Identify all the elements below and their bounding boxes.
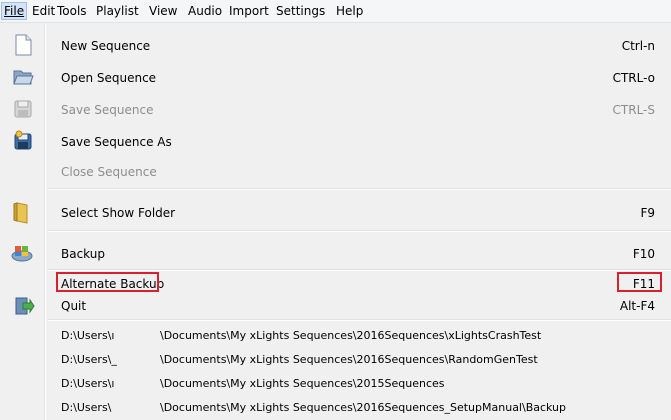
menu-item-new-sequence[interactable]: New Sequence Ctrl-n — [0, 33, 671, 59]
recent-file-item[interactable]: D:\Users\_ \Documents\My xLights Sequenc… — [0, 349, 671, 371]
menu-item-select-show-folder[interactable]: Select Show Folder F9 — [0, 200, 671, 226]
recent-file-path: \Documents\My xLights Sequences\2016Sequ… — [160, 329, 542, 342]
recent-file-path: \Documents\My xLights Sequences\2016Sequ… — [160, 353, 538, 366]
open-folder-icon — [13, 70, 34, 85]
menu-audio[interactable]: Audio — [188, 4, 222, 18]
recent-file-path: \Documents\My xLights Sequences\2015Sequ… — [160, 377, 445, 390]
recent-file-drive: D:\Users\_ — [61, 353, 117, 366]
recent-file-drive: D:\Users\ı — [61, 377, 115, 390]
menu-item-open-sequence[interactable]: Open Sequence CTRL-o — [0, 65, 671, 91]
menu-playlist[interactable]: Playlist — [96, 4, 139, 18]
menu-item-shortcut: Ctrl-n — [621, 39, 655, 53]
menu-file-label: File — [4, 4, 25, 18]
menu-item-alternate-backup[interactable]: Alternate Backup F11 — [0, 244, 671, 291]
menu-item-shortcut: CTRL-o — [612, 71, 655, 85]
menu-tools[interactable]: Tools — [57, 4, 87, 18]
menu-item-save-sequence-as[interactable]: Save Sequence As — [0, 129, 671, 155]
menu-item-label: Open Sequence — [61, 71, 157, 85]
save-icon — [14, 100, 32, 118]
menu-import[interactable]: Import — [229, 4, 269, 18]
menu-item-shortcut: F9 — [640, 206, 655, 220]
recent-file-item[interactable]: D:\Users\ \Documents\My xLights Sequence… — [0, 397, 671, 419]
folder-icon — [13, 202, 28, 224]
menu-help[interactable]: Help — [336, 4, 363, 18]
recent-file-drive: D:\Users\ — [61, 401, 112, 414]
menu-item-close-sequence[interactable]: Close Sequence — [0, 159, 671, 185]
highlight-box-f11 — [617, 272, 662, 292]
save-as-icon — [14, 130, 32, 150]
menu-view[interactable]: View — [149, 4, 177, 18]
menu-item-label: Save Sequence As — [61, 135, 172, 149]
menu-bar: File Edit Tools Playlist View Audio Impo… — [0, 0, 671, 23]
recent-file-item[interactable]: D:\Users\ı \Documents\My xLights Sequenc… — [0, 325, 671, 347]
menu-item-save-sequence[interactable]: Save Sequence CTRL-S — [0, 97, 671, 123]
menu-item-label: Select Show Folder — [61, 206, 176, 220]
recent-file-item[interactable]: D:\Users\ı \Documents\My xLights Sequenc… — [0, 373, 671, 395]
menu-file[interactable]: File — [1, 2, 28, 20]
recent-file-path: \Documents\My xLights Sequences\2016Sequ… — [160, 401, 567, 414]
quit-icon — [15, 297, 35, 315]
menu-item-label: Quit — [61, 299, 87, 313]
menu-item-label: Close Sequence — [61, 165, 157, 179]
recent-file-drive: D:\Users\ı — [61, 329, 115, 342]
menu-item-label: New Sequence — [61, 39, 151, 53]
menu-separator — [48, 230, 671, 232]
file-menu-dropdown: New Sequence Ctrl-n Open Sequence CTRL-o… — [0, 23, 671, 420]
menu-edit[interactable]: Edit — [32, 4, 55, 18]
new-document-icon — [15, 34, 32, 56]
menu-item-shortcut: CTRL-S — [612, 103, 655, 117]
menu-item-quit[interactable]: Quit Alt-F4 — [0, 296, 671, 318]
menu-item-shortcut: Alt-F4 — [619, 299, 655, 313]
highlight-box-alternate-backup — [56, 272, 159, 292]
menu-separator — [48, 319, 671, 321]
menu-item-label: Save Sequence — [61, 103, 154, 117]
menu-separator — [48, 188, 671, 190]
menu-settings[interactable]: Settings — [276, 4, 325, 18]
